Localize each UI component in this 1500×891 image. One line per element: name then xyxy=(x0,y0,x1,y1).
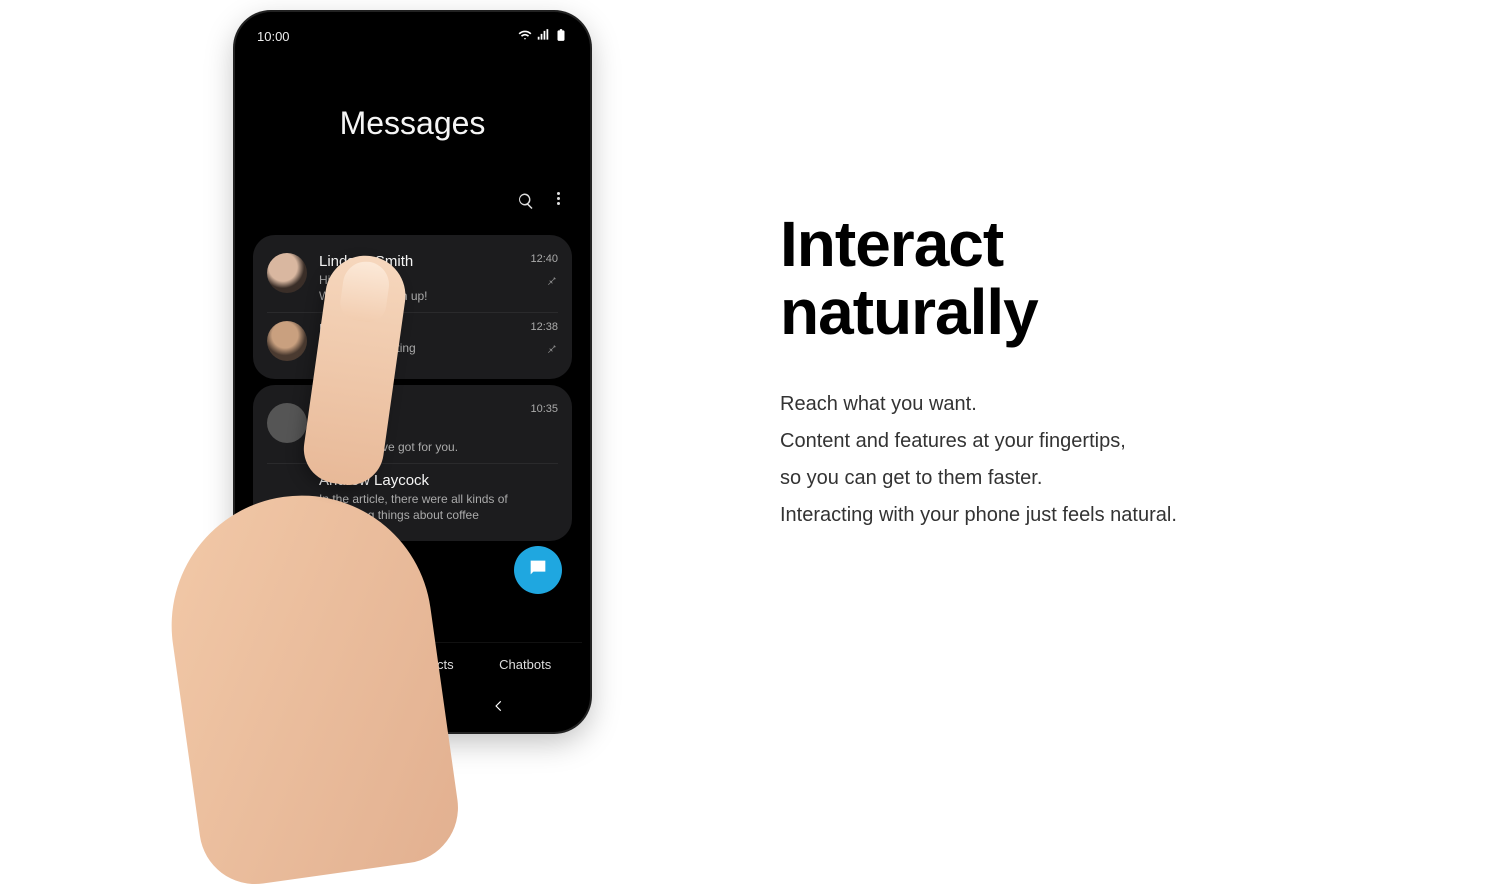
conversation-row[interactable]: D… …most interesting 12:38 xyxy=(267,312,558,369)
back-button[interactable] xyxy=(489,698,509,718)
contact-name: …ia Gray xyxy=(319,403,518,420)
status-icons xyxy=(518,28,568,45)
contact-name: D… xyxy=(319,321,518,338)
home-button[interactable] xyxy=(402,698,422,718)
message-preview: …most interesting xyxy=(319,340,518,356)
contact-name: Lindsey Smith xyxy=(319,253,518,270)
system-nav-bar xyxy=(243,688,582,724)
avatar xyxy=(267,321,307,361)
conversation-row[interactable]: Lindsey Smith Hi! I'm BACK!!! We should … xyxy=(267,245,558,312)
avatar xyxy=(267,253,307,293)
battery-icon xyxy=(554,28,568,45)
conversation-card: Lindsey Smith Hi! I'm BACK!!! We should … xyxy=(253,235,572,379)
compose-icon xyxy=(527,557,549,584)
body-copy: Reach what you want. Content and feature… xyxy=(780,386,1440,534)
timestamp: 10:35 xyxy=(530,403,558,415)
status-time: 10:00 xyxy=(257,29,290,44)
conversation-card: …ia Gray …Alisa! …ee what I've got for y… xyxy=(253,385,572,541)
conversation-row[interactable]: …ia Gray …Alisa! …ee what I've got for y… xyxy=(267,395,558,462)
pin-icon xyxy=(530,341,558,359)
timestamp: 12:40 xyxy=(530,253,558,265)
more-options-icon[interactable] xyxy=(557,192,560,215)
message-preview: Hi! I'm BACK!!! We should catch up! xyxy=(319,272,518,304)
tab-conversations[interactable]: Conversations xyxy=(268,653,363,678)
search-icon[interactable] xyxy=(517,192,535,215)
phone-frame: 10:00 Messages xyxy=(235,12,590,732)
status-bar: 10:00 xyxy=(243,20,582,45)
phone-hero-area: 10:00 Messages xyxy=(0,0,780,745)
tab-chatbots[interactable]: Chatbots xyxy=(493,653,557,678)
tab-bar: Conversations Contacts Chatbots xyxy=(243,642,582,688)
message-preview: In the article, there were all kinds of … xyxy=(319,491,558,523)
conversation-row[interactable]: Andrew Laycock In the article, there wer… xyxy=(267,463,558,531)
marketing-copy: Interact naturally Reach what you want. … xyxy=(780,211,1500,533)
toolbar xyxy=(243,192,582,229)
wifi-icon xyxy=(518,28,532,45)
headline: Interact naturally xyxy=(780,211,1440,345)
avatar xyxy=(267,403,307,443)
tab-contacts[interactable]: Contacts xyxy=(396,653,459,678)
message-preview: …Alisa! …ee what I've got for you. xyxy=(319,422,518,454)
contact-name: Andrew Laycock xyxy=(319,472,558,489)
app-title: Messages xyxy=(243,45,582,192)
phone-screen: 10:00 Messages xyxy=(243,20,582,724)
recents-button[interactable] xyxy=(316,698,336,718)
signal-icon xyxy=(536,28,550,45)
timestamp: 12:38 xyxy=(530,321,558,333)
compose-button[interactable] xyxy=(514,546,562,594)
pin-icon xyxy=(530,273,558,291)
